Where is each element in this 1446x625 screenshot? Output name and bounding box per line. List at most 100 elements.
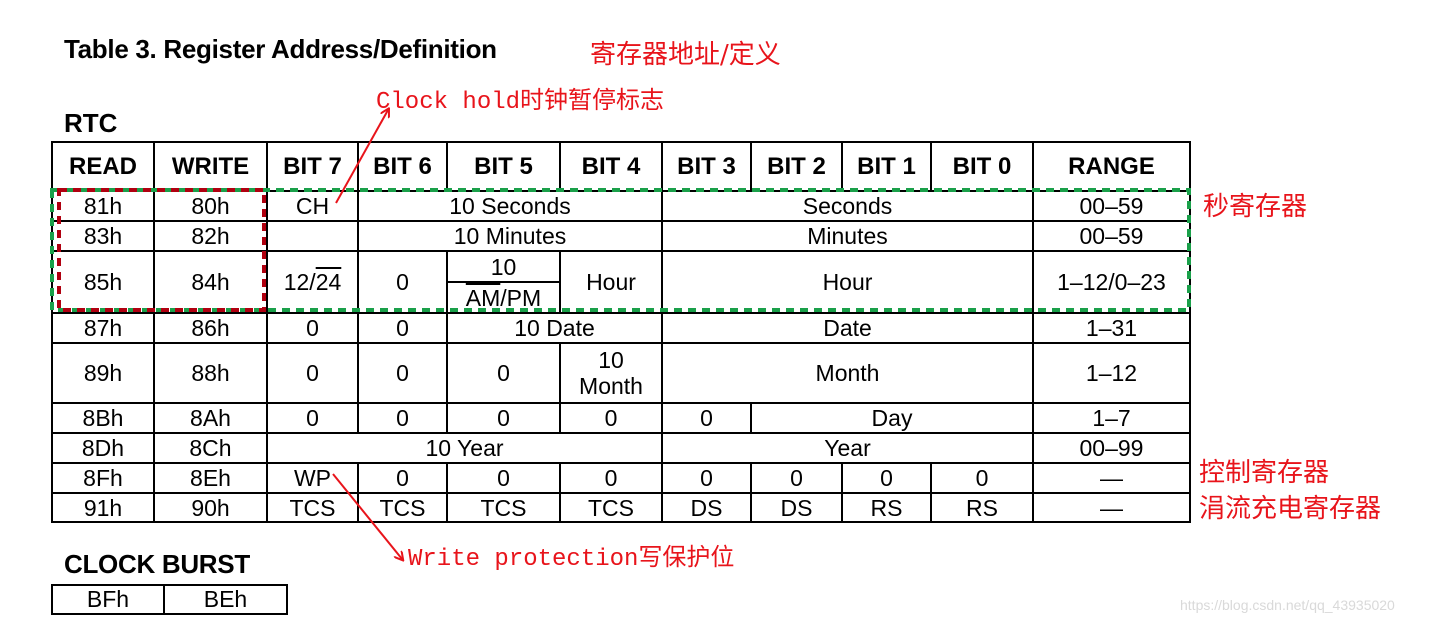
seconds-register-annotation: 秒寄存器	[1203, 192, 1308, 222]
bit5-cell: 10 AM/PM	[446, 250, 561, 314]
bit1-cell: RS	[841, 492, 932, 523]
bit4-line1: 10	[598, 347, 624, 373]
trickle-charge-annotation: 涓流充电寄存器	[1199, 494, 1382, 524]
burst-read-address: BFh	[51, 584, 165, 615]
read-address: 87h	[51, 312, 155, 344]
table-row: 8Fh 8Eh WP 0 0 0 0 0 0 0 —	[51, 462, 1191, 494]
bits5-4-cell: 10 Date	[446, 312, 663, 344]
control-register-annotation: 控制寄存器	[1199, 458, 1330, 488]
header-bit1: BIT 1	[841, 141, 932, 192]
range-cell: —	[1032, 462, 1191, 494]
bit3-cell: 0	[661, 462, 752, 494]
read-address: 83h	[51, 220, 155, 252]
bit7-cell: CH	[266, 190, 359, 222]
bits3-0-cell: Seconds	[661, 190, 1034, 222]
bit6-cell: 0	[357, 250, 448, 314]
write-address: 8Ch	[153, 432, 268, 464]
bit4-line2: Month	[579, 373, 643, 399]
range-cell: —	[1032, 492, 1191, 523]
bits3-0-cell: Month	[661, 342, 1034, 404]
burst-write-address: BEh	[163, 584, 288, 615]
write-address: 80h	[153, 190, 268, 222]
write-address: 8Ah	[153, 402, 268, 434]
range-cell: 1–31	[1032, 312, 1191, 344]
write-protection-annotation: Write protection写保护位	[408, 546, 735, 573]
header-row: READ WRITE BIT 7 BIT 6 BIT 5 BIT 4 BIT 3…	[51, 141, 1191, 192]
read-address: 8Fh	[51, 462, 155, 494]
range-cell: 00–59	[1032, 190, 1191, 222]
write-address: 90h	[153, 492, 268, 523]
bit7-cell: WP	[266, 462, 359, 494]
clock-burst-table: BFh BEh	[51, 584, 288, 615]
bits3-0-cell: Date	[661, 312, 1034, 344]
bit4-cell: TCS	[559, 492, 663, 523]
bit7-cell: 0	[266, 312, 359, 344]
read-address: 91h	[51, 492, 155, 523]
read-address: 81h	[51, 190, 155, 222]
title-annotation: 寄存器地址/定义	[590, 40, 781, 70]
bit7-cell	[266, 220, 359, 252]
bit4-cell: 0	[559, 462, 663, 494]
bit7-cell: TCS	[266, 492, 359, 523]
range-cell: 1–12/0–23	[1032, 250, 1191, 314]
read-address: 8Bh	[51, 402, 155, 434]
bit6-cell: 0	[357, 462, 448, 494]
bit7-cell: 12/24	[266, 250, 359, 314]
bit2-cell: 0	[750, 462, 843, 494]
bit7-overlined: 24	[315, 269, 342, 295]
table-row: 8Bh 8Ah 0 0 0 0 0 Day 1–7	[51, 402, 1191, 434]
register-table: READ WRITE BIT 7 BIT 6 BIT 5 BIT 4 BIT 3…	[51, 141, 1191, 523]
am-overlined: AM	[465, 284, 501, 311]
header-read: READ	[51, 141, 155, 192]
bits3-0-cell: Hour	[661, 250, 1034, 314]
bit6-cell: TCS	[357, 492, 448, 523]
table-row: 85h 84h 12/24 0 10 AM/PM Hour Hour 1–12/…	[51, 250, 1191, 314]
bit6-cell: 0	[357, 342, 448, 404]
header-write: WRITE	[153, 141, 268, 192]
bits2-0-cell: Day	[750, 402, 1034, 434]
bit6-cell: 0	[357, 402, 448, 434]
bit5-cell: TCS	[446, 492, 561, 523]
bit5-bottom: AM/PM	[449, 283, 558, 311]
header-bit0: BIT 0	[930, 141, 1034, 192]
table-row: BFh BEh	[51, 584, 288, 615]
table-row: 87h 86h 0 0 10 Date Date 1–31	[51, 312, 1191, 344]
bit7-cell: 0	[266, 342, 359, 404]
header-range: RANGE	[1032, 141, 1191, 192]
table-row: 91h 90h TCS TCS TCS TCS DS DS RS RS —	[51, 492, 1191, 523]
bit4-cell: 0	[559, 402, 663, 434]
bit3-cell: 0	[661, 402, 752, 434]
bits7-4-cell: 10 Year	[266, 432, 663, 464]
header-bit7: BIT 7	[266, 141, 359, 192]
clock-burst-section-label: CLOCK BURST	[64, 549, 250, 579]
write-address: 86h	[153, 312, 268, 344]
bit3-cell: DS	[661, 492, 752, 523]
header-bit6: BIT 6	[357, 141, 448, 192]
read-address: 85h	[51, 250, 155, 314]
bits3-0-cell: Minutes	[661, 220, 1034, 252]
write-address: 82h	[153, 220, 268, 252]
bit0-cell: RS	[930, 492, 1034, 523]
bit2-cell: DS	[750, 492, 843, 523]
bit5-cell: 0	[446, 462, 561, 494]
bits3-0-cell: Year	[661, 432, 1034, 464]
bit4-cell: 10 Month	[559, 342, 663, 404]
clock-hold-annotation: Clock hold时钟暂停标志	[376, 89, 665, 116]
table-row: 81h 80h CH 10 Seconds Seconds 00–59	[51, 190, 1191, 222]
bit7-prefix: 12/	[283, 269, 316, 295]
write-address: 88h	[153, 342, 268, 404]
bit1-cell: 0	[841, 462, 932, 494]
header-bit3: BIT 3	[661, 141, 752, 192]
pm-text: /PM	[500, 284, 542, 311]
header-bit2: BIT 2	[750, 141, 843, 192]
header-bit5: BIT 5	[446, 141, 561, 192]
bit7-cell: 0	[266, 402, 359, 434]
bits6-4-cell: 10 Minutes	[357, 220, 663, 252]
range-cell: 1–7	[1032, 402, 1191, 434]
bit5-cell: 0	[446, 402, 561, 434]
table-row: 8Dh 8Ch 10 Year Year 00–99	[51, 432, 1191, 464]
write-address: 84h	[153, 250, 268, 314]
bit6-cell: 0	[357, 312, 448, 344]
bit5-cell: 0	[446, 342, 561, 404]
bit0-cell: 0	[930, 462, 1034, 494]
